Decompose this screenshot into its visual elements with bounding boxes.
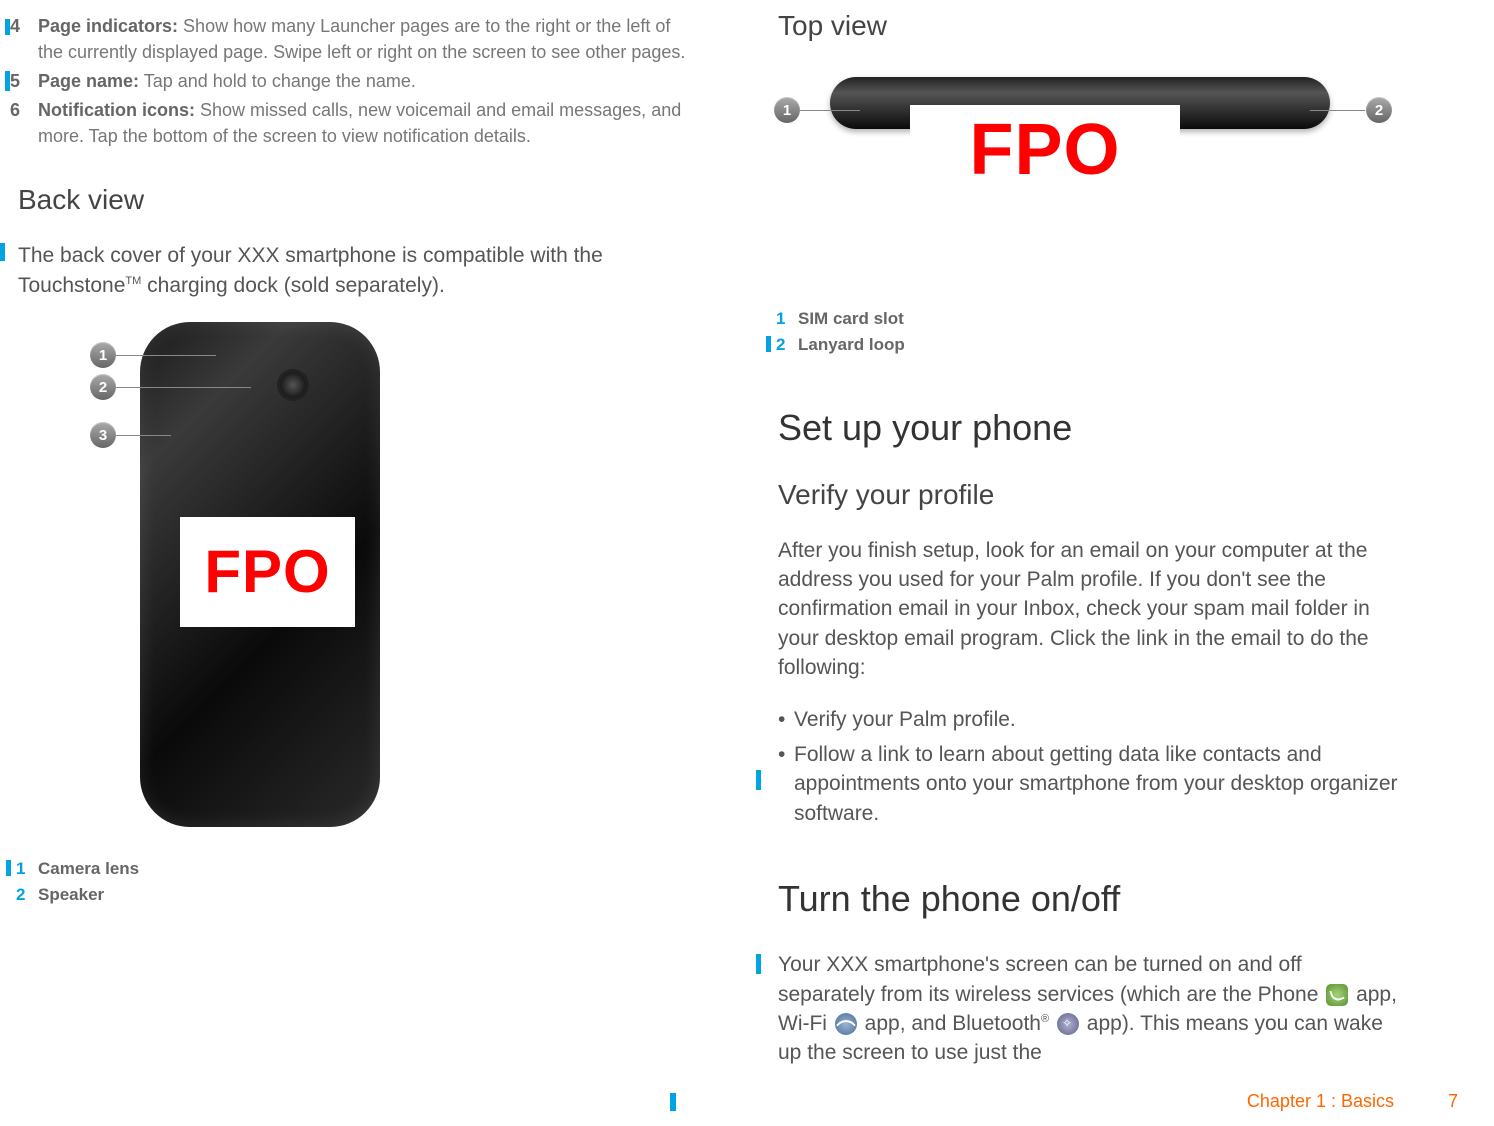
wifi-app-icon (835, 1013, 857, 1035)
figure-callout-3: 3 (90, 422, 116, 448)
turn-onoff-body: Your XXX smartphone's screen can be turn… (778, 950, 1400, 1068)
turn-onoff-heading: Turn the phone on/off (778, 878, 1410, 920)
figure-callout-2: 2 (1366, 97, 1392, 123)
numbered-feature-list: 4 Page indicators: Show how many Launche… (10, 13, 690, 149)
bluetooth-app-icon (1057, 1013, 1079, 1035)
figure-callout-2: 2 (90, 374, 116, 400)
item-body: Page name: Tap and hold to change the na… (38, 68, 690, 94)
callout-item: 2 Lanyard loop (776, 333, 1410, 357)
back-view-heading: Back view (18, 184, 690, 216)
item-body: Notification icons: Show missed calls, n… (38, 97, 690, 149)
camera-lens-graphic (280, 372, 306, 398)
callout-label: Lanyard loop (798, 333, 905, 357)
page-footer: Chapter 1 : Basics 7 (0, 1091, 1494, 1112)
phone-app-icon (1326, 984, 1348, 1006)
verify-profile-body: After you finish setup, look for an emai… (778, 536, 1400, 683)
footer-change-mark (670, 1093, 676, 1111)
callout-number: 2 (16, 883, 38, 907)
callout-label: SIM card slot (798, 307, 904, 331)
callout-item: 2 Speaker (16, 883, 690, 907)
callout-number: 1 (16, 857, 38, 881)
fpo-placeholder: FPO (910, 105, 1180, 195)
verify-profile-heading: Verify your profile (778, 479, 1410, 511)
list-item: Follow a link to learn about getting dat… (778, 740, 1400, 828)
figure-callout-1: 1 (774, 97, 800, 123)
callout-label: Camera lens (38, 857, 139, 881)
item-number: 4 (10, 13, 38, 65)
item-number: 5 (10, 68, 38, 94)
item-number: 6 (10, 97, 38, 149)
top-view-heading: Top view (778, 10, 1410, 42)
setup-heading: Set up your phone (778, 407, 1410, 449)
fpo-placeholder: FPO (180, 517, 355, 627)
callout-item: 1 Camera lens (16, 857, 690, 881)
top-view-figure: 1 2 FPO (770, 67, 1410, 247)
callout-label: Speaker (38, 883, 104, 907)
figure-callout-1: 1 (90, 342, 116, 368)
list-item: 6 Notification icons: Show missed calls,… (10, 97, 690, 149)
callout-item: 1 SIM card slot (776, 307, 1410, 331)
back-view-body: The back cover of your XXX smartphone is… (18, 241, 680, 300)
top-view-callout-list: 1 SIM card slot 2 Lanyard loop (760, 307, 1410, 357)
back-view-figure: 1 2 3 FPO (100, 322, 380, 832)
footer-chapter: Chapter 1 : Basics (1247, 1091, 1394, 1112)
list-item: Verify your Palm profile. (778, 705, 1400, 734)
item-body: Page indicators: Show how many Launcher … (38, 13, 690, 65)
list-item: 4 Page indicators: Show how many Launche… (10, 13, 690, 65)
callout-number: 1 (776, 307, 798, 331)
list-item: 5 Page name: Tap and hold to change the … (10, 68, 690, 94)
footer-page-number: 7 (1448, 1091, 1458, 1112)
callout-number: 2 (776, 333, 798, 357)
back-view-callout-list: 1 Camera lens 2 Speaker (0, 857, 690, 907)
verify-bullet-list: Verify your Palm profile. Follow a link … (778, 705, 1400, 829)
